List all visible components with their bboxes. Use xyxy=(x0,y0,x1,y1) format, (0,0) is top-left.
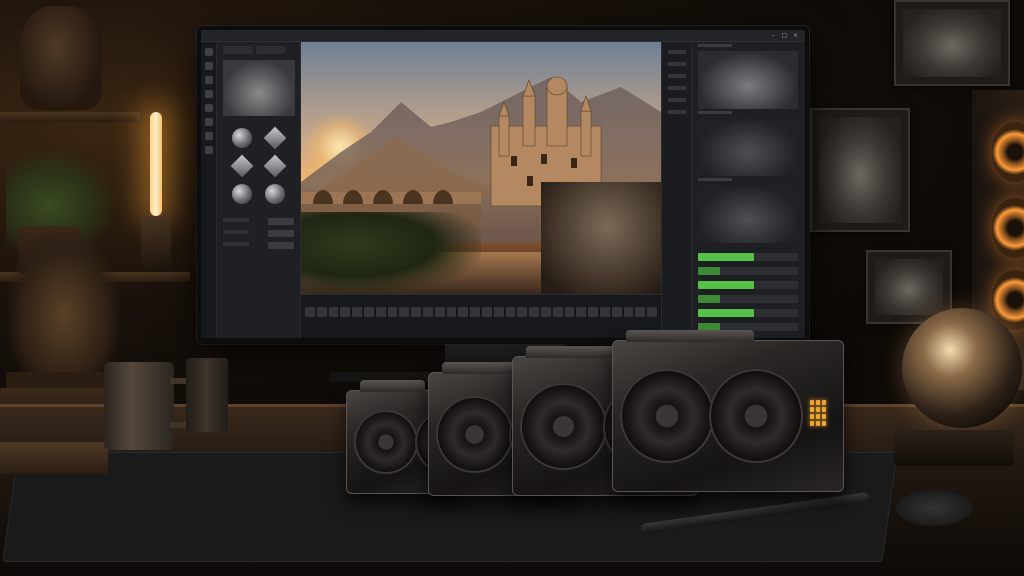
camera-tool-icon[interactable] xyxy=(204,118,213,126)
render-properties-panel xyxy=(691,42,805,338)
pen-holder-cup xyxy=(186,358,228,432)
render-viewport[interactable] xyxy=(301,42,661,294)
window-controls: – □ × xyxy=(770,32,799,39)
gpu-led xyxy=(822,400,826,405)
monitor-screen: – □ × xyxy=(201,30,805,338)
gpu-load-bar xyxy=(698,281,798,289)
gpu-backplate xyxy=(626,330,754,342)
outliner-row[interactable] xyxy=(667,110,686,114)
material-swatches xyxy=(229,126,288,204)
outliner-row[interactable] xyxy=(667,98,686,102)
gpu-fan-icon xyxy=(620,369,714,463)
gpu-card-4 xyxy=(612,330,844,492)
upper-shelf xyxy=(0,112,140,122)
skull-bust-sculpture xyxy=(20,6,102,110)
outliner-panel xyxy=(661,42,691,338)
outliner-row[interactable] xyxy=(667,50,686,54)
knight-on-horse-statue xyxy=(8,232,120,384)
brush-tool-icon[interactable] xyxy=(204,104,213,112)
globe-stand xyxy=(894,430,1014,466)
model-preview[interactable] xyxy=(223,60,295,116)
minimize-icon[interactable]: – xyxy=(770,32,777,39)
gpu-led xyxy=(810,407,814,412)
gpu-load-bar xyxy=(698,295,798,303)
property-field[interactable] xyxy=(268,242,294,249)
gpu-load-bar-fill xyxy=(698,267,720,275)
gpu-led xyxy=(810,414,814,419)
framed-art-castle-sketch xyxy=(894,0,1010,86)
gpu-load-bar xyxy=(698,309,798,317)
gpu-load-bar xyxy=(698,267,798,275)
material-cube-swatch[interactable] xyxy=(230,154,254,178)
gpu-load-bar-fill xyxy=(698,253,754,261)
asset-panel xyxy=(217,42,301,338)
gpu-fan-icon xyxy=(520,383,607,470)
gpu-led xyxy=(810,421,814,426)
material-cube-swatch[interactable] xyxy=(263,154,287,178)
outliner-row[interactable] xyxy=(667,74,686,78)
asset-tab[interactable] xyxy=(223,46,253,54)
gpu-led xyxy=(822,421,826,426)
asset-panel-header xyxy=(223,46,294,56)
app-titlebar: – □ × xyxy=(201,30,805,42)
asset-properties xyxy=(223,218,294,249)
gpu-load-bars xyxy=(698,253,799,331)
rocky-cliff xyxy=(541,182,661,294)
outliner-row[interactable] xyxy=(667,62,686,66)
wireframe-thumbnail[interactable] xyxy=(698,118,798,176)
maximize-icon[interactable]: □ xyxy=(781,32,788,39)
desk-lamp-light xyxy=(150,112,162,216)
timeline-panel xyxy=(301,294,661,338)
glass-globe xyxy=(902,308,1022,428)
light-tool-icon[interactable] xyxy=(204,132,213,140)
gpu-led xyxy=(816,414,820,419)
material-sphere-swatch[interactable] xyxy=(231,128,252,148)
gpu-led-panel xyxy=(810,400,826,426)
statue-base xyxy=(6,372,110,388)
gpu-led xyxy=(816,400,820,405)
rotate-tool-icon[interactable] xyxy=(204,76,213,84)
move-tool-icon[interactable] xyxy=(204,62,213,70)
timeline-frames[interactable] xyxy=(305,307,657,317)
gpu-fan-icon xyxy=(354,410,418,474)
gpu-load-bar-fill xyxy=(698,281,754,289)
gpu-led xyxy=(816,407,820,412)
thumb-title xyxy=(698,178,732,181)
outliner-row[interactable] xyxy=(667,86,686,90)
gpu-led xyxy=(822,407,826,412)
asset-tab[interactable] xyxy=(256,46,286,54)
foreground-trees xyxy=(301,212,481,294)
desk-lamp-base xyxy=(141,216,171,272)
desk-puck xyxy=(896,490,972,526)
gpu-led xyxy=(810,400,814,405)
thumb-title xyxy=(698,44,732,47)
gpu-load-bar-fill xyxy=(698,295,720,303)
material-cube-swatch[interactable] xyxy=(263,126,287,150)
scale-tool-icon[interactable] xyxy=(204,90,213,98)
gpu-led xyxy=(816,421,820,426)
gpu-backplate xyxy=(360,380,425,392)
select-tool-icon[interactable] xyxy=(204,48,213,56)
gpu-fan-icon xyxy=(709,369,804,463)
render-thumbnail[interactable] xyxy=(698,51,798,109)
framed-art-castle-photo xyxy=(810,108,910,232)
material-sphere-swatch[interactable] xyxy=(231,184,252,204)
close-icon[interactable]: × xyxy=(792,32,799,39)
settings-icon[interactable] xyxy=(204,146,213,154)
tool-icon-rail xyxy=(201,42,217,338)
thumb-title xyxy=(698,111,732,114)
property-field[interactable] xyxy=(268,218,294,225)
gpu-load-bar xyxy=(698,253,798,261)
property-field[interactable] xyxy=(268,230,294,237)
material-sphere-swatch[interactable] xyxy=(265,184,286,204)
coffee-mug xyxy=(104,362,174,450)
gpu-fan-icon xyxy=(436,396,513,473)
notebook xyxy=(0,442,108,474)
gpu-load-bar-fill xyxy=(698,309,754,317)
scene: – □ × xyxy=(0,0,1024,576)
mesh-thumbnail[interactable] xyxy=(698,185,798,243)
gpu-led xyxy=(822,414,826,419)
